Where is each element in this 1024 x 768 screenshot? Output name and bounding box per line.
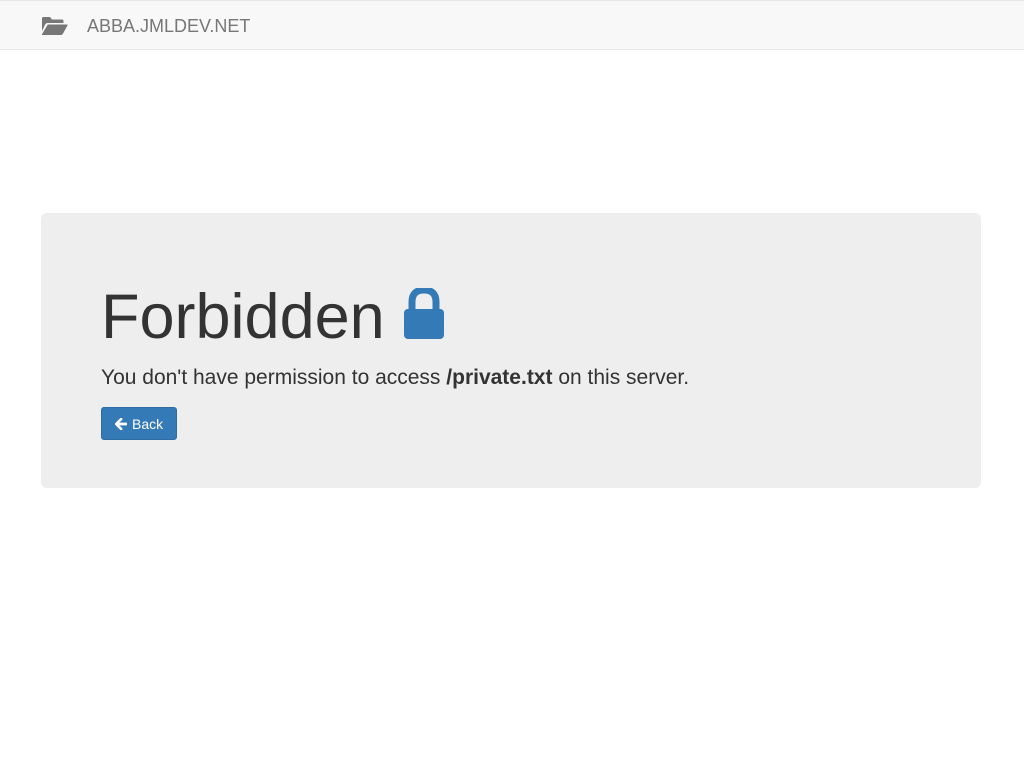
message-prefix: You don't have permission to access	[101, 366, 447, 389]
lock-icon	[402, 288, 446, 340]
requested-path: /private.txt	[446, 366, 553, 389]
brand-link[interactable]: ABBA.JMLDEV.NET	[41, 1, 250, 51]
back-button-label: Back	[132, 415, 164, 432]
heading-text: Forbidden	[101, 282, 385, 352]
back-button[interactable]: Back	[101, 407, 178, 440]
site-name: ABBA.JMLDEV.NET	[87, 16, 251, 36]
error-panel: Forbidden You don't have permission to a…	[41, 213, 981, 488]
navbar: ABBA.JMLDEV.NET	[0, 0, 1024, 50]
arrow-left-icon	[115, 417, 127, 430]
page-title: Forbidden	[101, 284, 446, 350]
folder-open-icon	[41, 16, 68, 36]
message-suffix: on this server.	[552, 366, 690, 389]
error-message: You don't have permission to access /pri…	[101, 365, 689, 391]
